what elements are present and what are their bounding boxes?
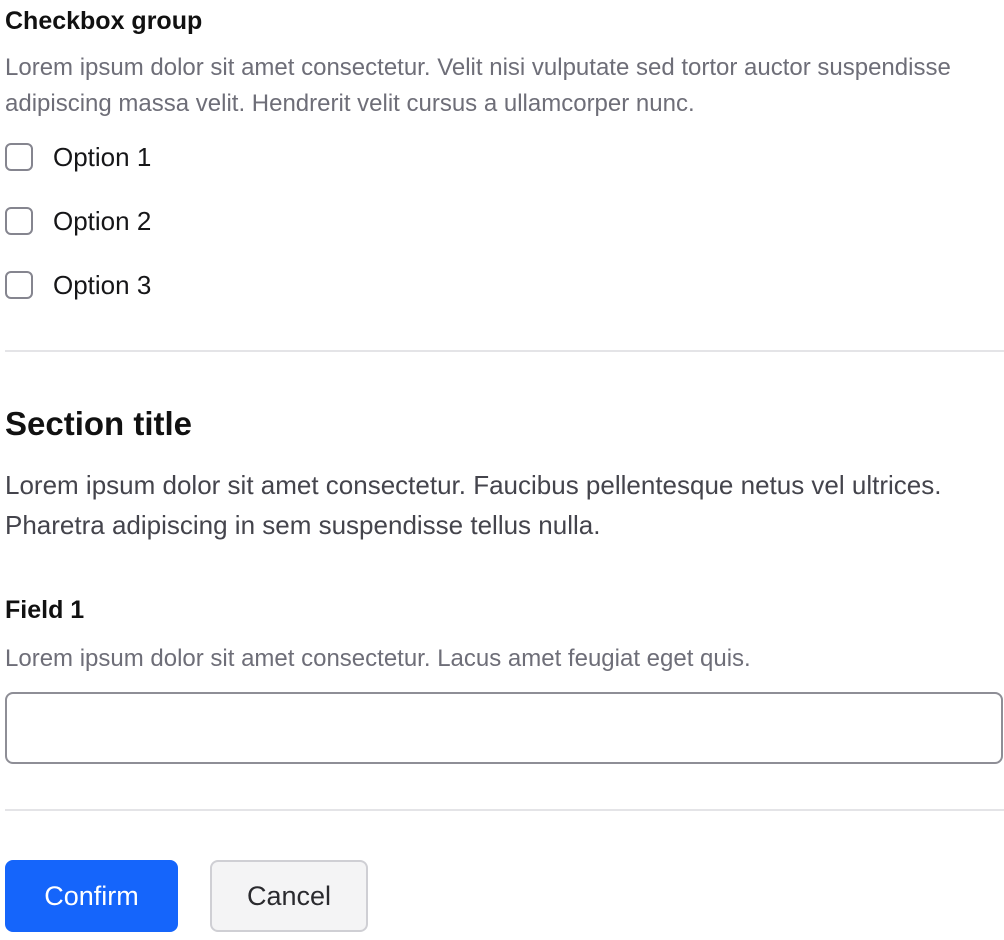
actions-divider <box>5 809 1004 811</box>
field-1-help-text: Lorem ipsum dolor sit amet consectetur. … <box>5 645 751 672</box>
cancel-button[interactable]: Cancel <box>210 860 368 932</box>
checkbox-option-3[interactable]: Option 3 <box>5 269 151 301</box>
checkbox-option-1-label[interactable]: Option 1 <box>53 141 151 173</box>
checkbox-option-2[interactable]: Option 2 <box>5 205 151 237</box>
field-1-input[interactable] <box>5 692 1003 764</box>
checkbox-option-3-box[interactable] <box>5 271 33 299</box>
checkbox-option-3-label[interactable]: Option 3 <box>53 269 151 301</box>
section-description: Lorem ipsum dolor sit amet consectetur. … <box>5 470 942 540</box>
checkbox-group-description: Lorem ipsum dolor sit amet consectetur. … <box>5 54 951 117</box>
checkbox-group-title: Checkbox group <box>5 7 203 35</box>
field-1-label: Field 1 <box>5 596 85 624</box>
checkbox-option-1[interactable]: Option 1 <box>5 141 151 173</box>
checkbox-option-1-box[interactable] <box>5 143 33 171</box>
checkbox-option-2-box[interactable] <box>5 207 33 235</box>
section-title: Section title <box>5 405 193 442</box>
checkbox-option-2-label[interactable]: Option 2 <box>53 205 151 237</box>
confirm-button[interactable]: Confirm <box>5 860 178 932</box>
section-divider <box>5 350 1004 352</box>
